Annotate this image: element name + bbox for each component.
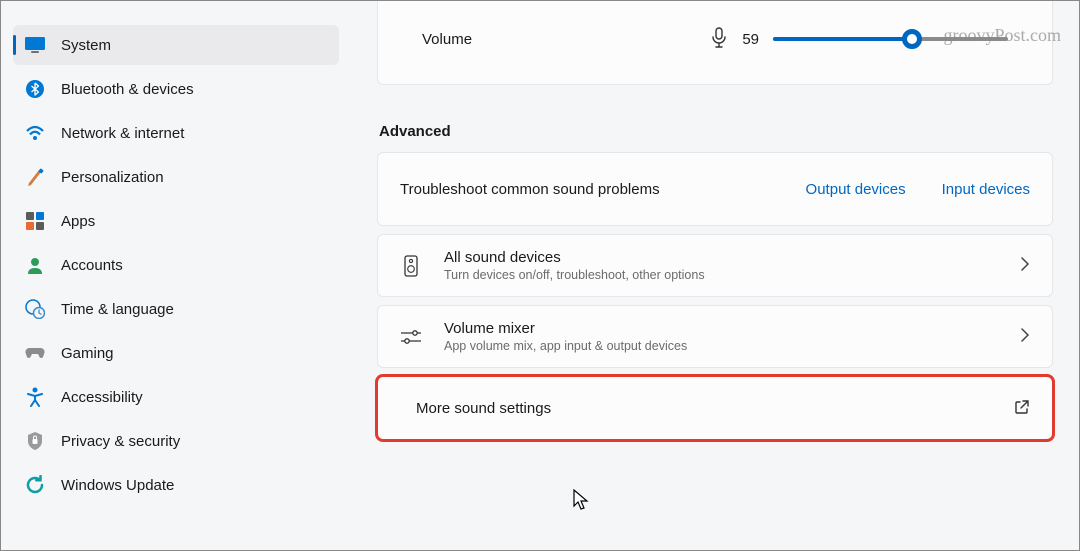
- chevron-right-icon: [1020, 256, 1030, 275]
- person-icon: [25, 255, 45, 275]
- mixer-title: Volume mixer: [444, 320, 998, 337]
- sidebar-item-gaming[interactable]: Gaming: [13, 333, 339, 373]
- sidebar-item-label: Gaming: [61, 345, 114, 362]
- sidebar-item-apps[interactable]: Apps: [13, 201, 339, 241]
- bluetooth-icon: [25, 79, 45, 99]
- volume-card: Volume 59: [377, 1, 1053, 85]
- gamepad-icon: [25, 343, 45, 363]
- sidebar-item-time-language[interactable]: Time & language: [13, 289, 339, 329]
- apps-icon: [25, 211, 45, 231]
- sidebar-item-label: Accessibility: [61, 389, 143, 406]
- sidebar-item-label: Network & internet: [61, 125, 184, 142]
- sidebar-item-system[interactable]: System: [13, 25, 339, 65]
- input-devices-link[interactable]: Input devices: [942, 181, 1030, 198]
- sidebar-item-network[interactable]: Network & internet: [13, 113, 339, 153]
- sidebar-item-label: Privacy & security: [61, 433, 180, 450]
- sidebar-item-label: Bluetooth & devices: [61, 81, 194, 98]
- volume-slider[interactable]: [773, 37, 1008, 41]
- paintbrush-icon: [25, 167, 45, 187]
- mixer-subtitle: App volume mix, app input & output devic…: [444, 339, 998, 353]
- speaker-device-icon: [400, 255, 422, 277]
- system-icon: [25, 35, 45, 55]
- chevron-right-icon: [1020, 327, 1030, 346]
- external-link-icon: [1014, 399, 1030, 418]
- mixer-icon: [400, 329, 422, 345]
- advanced-section-title: Advanced: [379, 123, 1053, 140]
- clock-globe-icon: [25, 299, 45, 319]
- sidebar-item-windows-update[interactable]: Windows Update: [13, 465, 339, 505]
- volume-value: 59: [742, 31, 759, 48]
- sidebar-item-privacy[interactable]: Privacy & security: [13, 421, 339, 461]
- sidebar-item-accounts[interactable]: Accounts: [13, 245, 339, 285]
- microphone-icon[interactable]: [710, 27, 728, 52]
- sidebar: System Bluetooth & devices Network & int…: [1, 1, 351, 550]
- sidebar-item-accessibility[interactable]: Accessibility: [13, 377, 339, 417]
- sidebar-item-label: Windows Update: [61, 477, 174, 494]
- all-sound-devices-row[interactable]: All sound devices Turn devices on/off, t…: [377, 234, 1053, 297]
- update-icon: [25, 475, 45, 495]
- accessibility-icon: [25, 387, 45, 407]
- sidebar-item-label: Apps: [61, 213, 95, 230]
- more-sound-settings-row[interactable]: More sound settings: [377, 376, 1053, 440]
- sidebar-item-label: Time & language: [61, 301, 174, 318]
- volume-label: Volume: [422, 31, 472, 48]
- more-settings-title: More sound settings: [416, 400, 992, 417]
- sidebar-item-bluetooth[interactable]: Bluetooth & devices: [13, 69, 339, 109]
- volume-mixer-row[interactable]: Volume mixer App volume mix, app input &…: [377, 305, 1053, 368]
- all-devices-subtitle: Turn devices on/off, troubleshoot, other…: [444, 268, 998, 282]
- output-devices-link[interactable]: Output devices: [806, 181, 906, 198]
- troubleshoot-card: Troubleshoot common sound problems Outpu…: [377, 152, 1053, 226]
- sidebar-item-label: Personalization: [61, 169, 164, 186]
- sidebar-item-label: Accounts: [61, 257, 123, 274]
- main-content: Volume 59 Advanced Troubleshoot common s…: [351, 1, 1079, 550]
- sidebar-item-label: System: [61, 37, 111, 54]
- wifi-icon: [25, 123, 45, 143]
- troubleshoot-label: Troubleshoot common sound problems: [400, 181, 660, 198]
- sidebar-item-personalization[interactable]: Personalization: [13, 157, 339, 197]
- all-devices-title: All sound devices: [444, 249, 998, 266]
- shield-icon: [25, 431, 45, 451]
